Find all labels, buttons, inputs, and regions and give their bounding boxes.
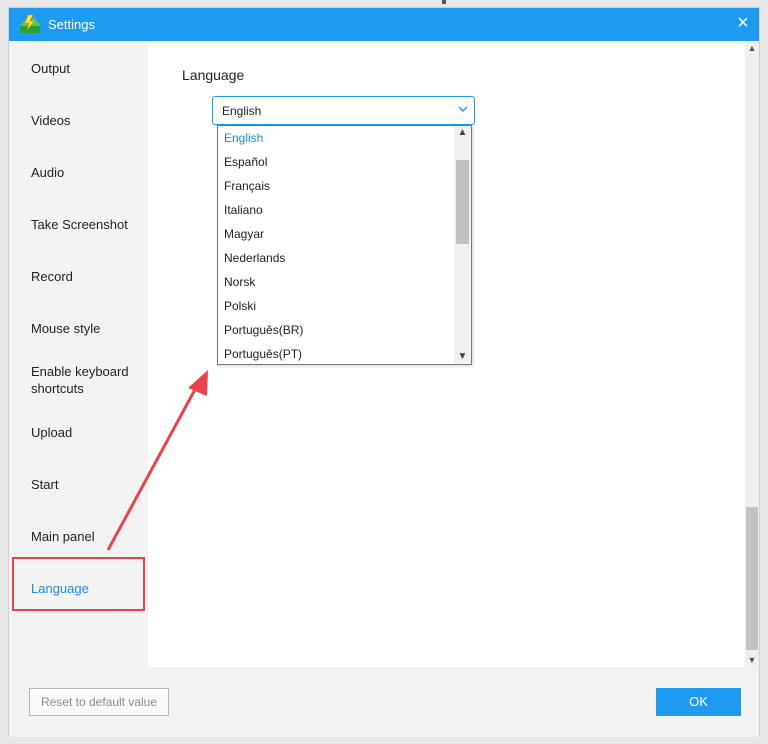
sidebar-item-main-panel[interactable]: Main panel <box>31 528 146 545</box>
dialog-footer: Reset to default value OK <box>9 667 759 737</box>
language-option[interactable]: Português(BR) <box>224 323 454 338</box>
sidebar-item-audio[interactable]: Audio <box>31 164 146 181</box>
chevron-up-icon[interactable]: ▲ <box>454 126 471 140</box>
language-select-value: English <box>222 104 262 118</box>
sidebar-item-take-screenshot[interactable]: Take Screenshot <box>31 216 146 233</box>
language-option[interactable]: Português(PT) <box>224 347 454 362</box>
language-option[interactable]: Magyar <box>224 227 454 242</box>
sidebar-item-record[interactable]: Record <box>31 268 146 285</box>
chevron-up-icon[interactable]: ▲ <box>745 41 759 55</box>
language-option[interactable]: Italiano <box>224 203 454 218</box>
language-option[interactable]: English <box>224 131 454 146</box>
language-select[interactable]: English <box>212 96 475 125</box>
language-option[interactable]: Español <box>224 155 454 170</box>
sidebar-item-mouse-style[interactable]: Mouse style <box>31 320 146 337</box>
dropdown-scroll-thumb[interactable] <box>456 160 469 244</box>
sidebar-item-upload[interactable]: Upload <box>31 424 146 441</box>
dropdown-scrollbar[interactable]: ▲ ▼ <box>454 126 471 364</box>
reset-default-button[interactable]: Reset to default value <box>29 688 169 716</box>
close-icon[interactable]: × <box>733 13 753 34</box>
language-option[interactable]: Nederlands <box>224 251 454 266</box>
language-option[interactable]: Polski <box>224 299 454 314</box>
sidebar-item-keyboard-shortcuts[interactable]: Enable keyboard shortcuts <box>31 363 146 397</box>
section-title-language: Language <box>182 67 245 83</box>
chevron-down-icon <box>457 102 469 116</box>
content-scrollbar[interactable]: ▲ ▼ <box>745 41 759 667</box>
content-scroll-thumb[interactable] <box>746 507 758 650</box>
language-option[interactable]: Norsk <box>224 275 454 290</box>
settings-sidebar: Output Videos Audio Take Screenshot Reco… <box>9 41 148 667</box>
settings-content: Language English English Español Françai… <box>148 41 745 667</box>
sidebar-item-start[interactable]: Start <box>31 476 146 493</box>
settings-window: Settings × Output Videos Audio Take Scre… <box>8 7 760 737</box>
language-dropdown-list: English Español Français Italiano Magyar… <box>217 125 472 365</box>
window-title: Settings <box>48 17 95 32</box>
chevron-down-icon[interactable]: ▼ <box>454 350 471 364</box>
app-logo-icon <box>19 14 41 34</box>
chevron-down-icon[interactable]: ▼ <box>745 653 759 667</box>
title-bar: Settings × <box>9 8 759 41</box>
annotation-highlight-box <box>12 557 145 611</box>
language-option[interactable]: Français <box>224 179 454 194</box>
screen-background: Settings × Output Videos Audio Take Scre… <box>0 0 768 744</box>
sidebar-item-output[interactable]: Output <box>31 60 146 77</box>
resize-handle[interactable] <box>442 0 446 4</box>
sidebar-item-videos[interactable]: Videos <box>31 112 146 129</box>
ok-button[interactable]: OK <box>656 688 741 716</box>
